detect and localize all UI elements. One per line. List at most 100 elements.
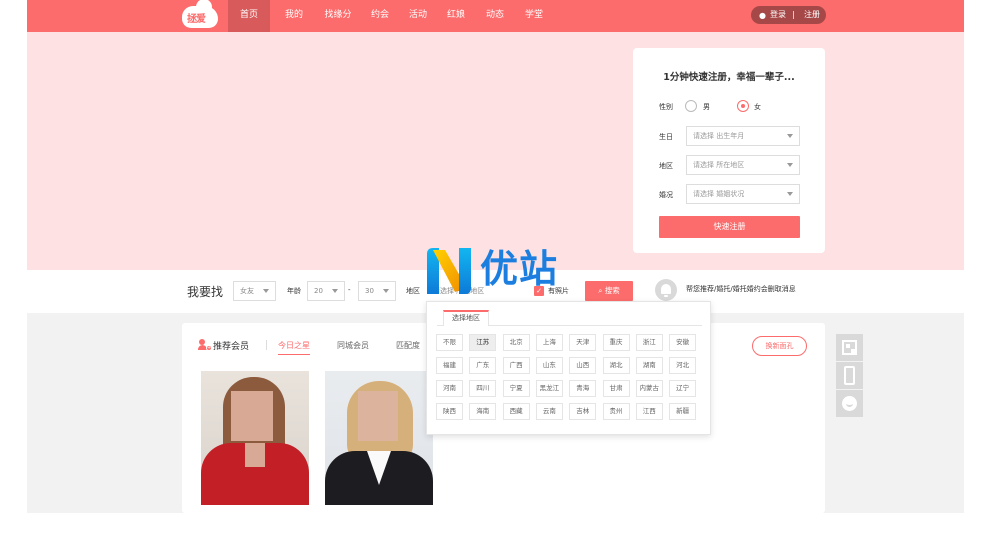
chevron-down-icon [332, 289, 338, 293]
province-option[interactable]: 山东 [535, 357, 563, 374]
nav-item-find-match[interactable]: 找缘分 [320, 0, 356, 32]
login-link[interactable]: 登录 [770, 6, 786, 24]
province-option[interactable]: 河南 [436, 380, 463, 397]
age-separator: - [348, 286, 351, 294]
logo-text: 拯爱 [187, 14, 206, 25]
chevron-down-icon [787, 163, 793, 167]
province-option[interactable]: 山西 [569, 357, 597, 374]
bell-icon[interactable] [655, 279, 677, 301]
province-option[interactable]: 湖南 [635, 357, 663, 374]
province-option[interactable]: 福建 [436, 357, 463, 374]
qr-code-icon [842, 340, 857, 355]
province-option[interactable]: 甘肃 [602, 380, 630, 397]
mobile-app-button[interactable] [836, 362, 863, 389]
nav-item-events[interactable]: 活动 [405, 0, 431, 32]
region-select[interactable]: 请选择 所在地区 [686, 155, 800, 175]
province-option[interactable]: 江苏 [469, 334, 497, 351]
site-logo[interactable]: 拯爱 [182, 0, 218, 29]
province-option[interactable]: 辽宁 [669, 380, 697, 397]
marriage-select-text: 请选择 婚姻状况 [693, 190, 745, 198]
province-option[interactable]: 上海 [535, 334, 563, 351]
search-icon: ⌕ [598, 286, 603, 295]
member-photo[interactable] [325, 371, 433, 505]
province-option[interactable]: 吉林 [569, 403, 597, 420]
age-to-select[interactable]: 30 [358, 281, 396, 301]
search-title: 我要找 [187, 285, 224, 299]
birth-label: 生日 [659, 133, 673, 141]
chevron-down-icon [787, 192, 793, 196]
birth-select-text: 请选择 出生年月 [693, 132, 745, 140]
chevron-down-icon [787, 134, 793, 138]
province-option[interactable]: 重庆 [602, 334, 630, 351]
chevron-down-icon [263, 289, 269, 293]
province-option[interactable]: 西藏 [502, 403, 530, 420]
nav-item-moments[interactable]: 动态 [482, 0, 508, 32]
province-option[interactable]: 天津 [569, 334, 597, 351]
nav-item-matchmaker[interactable]: 红娘 [443, 0, 469, 32]
province-option[interactable]: 北京 [502, 334, 530, 351]
member-photo[interactable] [201, 371, 309, 505]
province-option[interactable]: 江西 [635, 403, 663, 420]
search-button-label: 搜索 [604, 286, 620, 295]
gender-female-radio[interactable] [737, 100, 749, 112]
province-option[interactable]: 陕西 [436, 403, 463, 420]
province-option[interactable]: 贵州 [602, 403, 630, 420]
province-option[interactable]: 宁夏 [502, 380, 530, 397]
age-to-value: 30 [365, 287, 374, 295]
notify-text: 帮您推荐/婚托/婚托婚约会删取消息 [686, 285, 796, 293]
gender-label: 性别 [659, 103, 673, 111]
auth-separator: | [792, 10, 795, 19]
tab-match-degree[interactable]: 匹配度 [396, 340, 420, 351]
nav-item-academy[interactable]: 学堂 [521, 0, 547, 32]
search-region-label: 地区 [406, 287, 420, 295]
n-logo-icon [427, 248, 471, 294]
members-icon: + [198, 339, 212, 351]
quick-register-card: 1分钟快速注册，幸福一辈子... 性别 男 女 生日 请选择 出生年月 地区 请… [633, 48, 825, 253]
watermark-text: 优站 [480, 247, 559, 291]
province-option[interactable]: 青海 [569, 380, 597, 397]
province-option[interactable]: 海南 [469, 403, 497, 420]
page: 拯爱 首页 我的 找缘分 约会 活动 红娘 动态 学堂 ● 登录 | 注册 1分… [0, 0, 996, 541]
gender-female-label: 女 [754, 103, 761, 111]
province-option[interactable]: 广东 [469, 357, 497, 374]
province-option[interactable]: 新疆 [669, 403, 697, 420]
province-option[interactable]: 四川 [469, 380, 497, 397]
region-select-text: 请选择 所在地区 [693, 161, 745, 169]
age-from-value: 20 [314, 287, 323, 295]
province-option[interactable]: 广西 [502, 357, 530, 374]
province-option[interactable]: 湖北 [602, 357, 630, 374]
gender-male-radio[interactable] [685, 100, 697, 112]
qr-code-button[interactable] [836, 334, 863, 361]
tab-today-star[interactable]: 今日之星 [278, 340, 310, 355]
seek-gender-select[interactable]: 女友 [233, 281, 276, 301]
quick-register-button[interactable]: 快速注册 [659, 216, 800, 238]
nav-item-mine[interactable]: 我的 [280, 0, 308, 32]
region-label: 地区 [659, 162, 673, 170]
marriage-select[interactable]: 请选择 婚姻状况 [686, 184, 800, 204]
watermark-logo: 优站 [423, 244, 575, 298]
register-link[interactable]: 注册 [804, 6, 820, 24]
province-option[interactable]: 黑龙江 [535, 380, 563, 397]
province-option[interactable]: 不限 [436, 334, 463, 351]
age-label: 年龄 [287, 287, 301, 295]
nav-item-home[interactable]: 首页 [228, 0, 270, 32]
search-button[interactable]: ⌕ 搜索 [585, 281, 633, 301]
recommend-divider [266, 340, 267, 350]
province-option[interactable]: 安徽 [669, 334, 697, 351]
register-title: 1分钟快速注册，幸福一辈子... [663, 72, 795, 83]
seek-gender-value: 女友 [240, 287, 254, 295]
province-option[interactable]: 浙江 [635, 334, 663, 351]
customer-service-button[interactable] [836, 390, 863, 417]
refresh-faces-button[interactable]: 换新面孔 [752, 336, 807, 356]
province-option[interactable]: 河北 [669, 357, 697, 374]
age-from-select[interactable]: 20 [307, 281, 345, 301]
birth-select[interactable]: 请选择 出生年月 [686, 126, 800, 146]
province-option[interactable]: 云南 [535, 403, 563, 420]
tab-same-city[interactable]: 同城会员 [337, 340, 369, 351]
nav-item-dating[interactable]: 约会 [367, 0, 393, 32]
chat-icon: ● [759, 11, 766, 20]
auth-pill: ● 登录 | 注册 [751, 6, 826, 24]
top-nav: 拯爱 首页 我的 找缘分 约会 活动 红娘 动态 学堂 ● 登录 | 注册 [27, 0, 964, 32]
province-option[interactable]: 内蒙古 [635, 380, 663, 397]
tab-select-region[interactable]: 选择地区 [443, 310, 489, 326]
